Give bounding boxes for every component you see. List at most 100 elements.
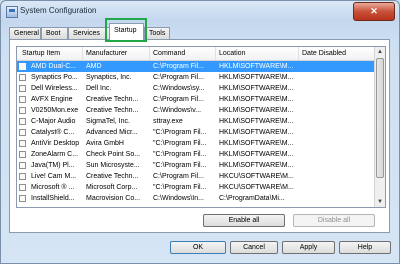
cell-location: HKLM\SOFTWARE\M... (219, 140, 294, 147)
cell-manufacturer: Check Point So... (86, 151, 141, 158)
close-button[interactable]: ✕ (353, 2, 395, 21)
disable-all-button[interactable]: Disable all (293, 214, 375, 227)
enable-checkbox[interactable] (19, 140, 26, 147)
apply-button[interactable]: Apply (282, 241, 335, 254)
cell-date-disabled (302, 116, 372, 127)
column-header-command[interactable]: Command (150, 47, 216, 60)
cell-location: HKLM\SOFTWARE\M... (219, 107, 294, 114)
tab-general[interactable]: General (9, 27, 41, 39)
table-row[interactable]: ZoneAlarm C... Check Point So... "C:\Progr… (17, 149, 375, 160)
cell-command: "C:\Program Fil... (153, 162, 207, 169)
list-rows: AMD Dual-C... AMD C:\Program Fil... HKLM\SO… (17, 61, 375, 204)
cell-manufacturer: Avira GmbH (86, 140, 124, 147)
scroll-down-icon[interactable]: ▼ (375, 197, 385, 207)
cell-date-disabled (302, 105, 372, 116)
cell-manufacturer: Sun Microsyste... (86, 162, 140, 169)
enable-checkbox[interactable] (19, 162, 26, 169)
cell-location: HKLM\SOFTWARE\M... (219, 85, 294, 92)
enable-checkbox[interactable] (19, 63, 26, 70)
startup-tab-panel: Startup Item Manufacturer Command Locati… (9, 39, 390, 233)
cell-manufacturer: Advanced Micr... (86, 129, 138, 136)
column-header-date-disabled[interactable]: Date Disabled (299, 47, 375, 60)
table-row[interactable]: AMD Dual-C... AMD C:\Program Fil... HKLM\SO… (17, 61, 375, 72)
cell-location: C:\ProgramData\Mi... (219, 195, 285, 202)
enable-checkbox[interactable] (19, 151, 26, 158)
enable-checkbox[interactable] (19, 85, 26, 92)
startup-items-list[interactable]: Startup Item Manufacturer Command Locati… (16, 46, 386, 208)
help-button[interactable]: Help (339, 241, 391, 254)
cell-command: C:\Program Fil... (153, 63, 204, 70)
cell-startup-item: Java(TM) Pl... (31, 162, 75, 169)
close-icon: ✕ (370, 6, 378, 16)
column-header-startup-item[interactable]: Startup Item (17, 47, 83, 60)
cell-startup-item: AMD Dual-C... (31, 63, 77, 70)
cell-location: HKLM\SOFTWARE\M... (219, 63, 294, 70)
enable-checkbox[interactable] (19, 118, 26, 125)
table-row[interactable]: InstallShield... Macrovision Co... C:\Wind… (17, 193, 375, 204)
cell-startup-item: V0250Mon.exe (31, 107, 79, 114)
cell-location: HKCU\SOFTWARE\M... (219, 173, 294, 180)
enable-all-button[interactable]: Enable all (203, 214, 285, 227)
cell-startup-item: ZoneAlarm C... (31, 151, 79, 158)
cell-location: HKLM\SOFTWARE\M... (219, 151, 294, 158)
enable-checkbox[interactable] (19, 129, 26, 136)
table-row[interactable]: AVFX Engine Creative Techn... C:\Program F… (17, 94, 375, 105)
enable-checkbox[interactable] (19, 173, 26, 180)
cell-command: "C:\Program Fil... (153, 151, 207, 158)
cell-command: "C:\Program Fil... (153, 129, 207, 136)
ok-button[interactable]: OK (170, 241, 226, 254)
tab-boot[interactable]: Boot (41, 27, 68, 39)
cell-date-disabled (302, 83, 372, 94)
table-row[interactable]: V0250Mon.exe Creative Techn... C:\Windows\… (17, 105, 375, 116)
column-header-location[interactable]: Location (216, 47, 299, 60)
cell-command: C:\Program Fil... (153, 96, 204, 103)
cell-startup-item: InstallShield... (31, 195, 75, 202)
msconfig-app-icon (6, 6, 18, 18)
table-row[interactable]: AntiVir Desktop Avira GmbH "C:\Program Fil… (17, 138, 375, 149)
table-row[interactable]: Catalyst® C... Advanced Micr... "C:\Progra… (17, 127, 375, 138)
cell-manufacturer: SigmaTel, Inc. (86, 118, 130, 125)
tab-tools[interactable]: Tools (144, 27, 170, 39)
cell-manufacturer: Synaptics, Inc. (86, 74, 132, 81)
cell-startup-item: Microsoft ® ... (31, 184, 75, 191)
cell-startup-item: C-Major Audio (31, 118, 76, 125)
table-row[interactable]: Microsoft ® ... Microsoft Corp... "C:\Prog… (17, 182, 375, 193)
scroll-thumb[interactable] (376, 58, 384, 178)
cell-date-disabled (302, 127, 372, 138)
table-row[interactable]: Dell Wireless... Dell Inc. C:\Windows\sy..… (17, 83, 375, 94)
cell-date-disabled (302, 182, 372, 193)
cell-manufacturer: Microsoft Corp... (86, 184, 138, 191)
cell-command: "C:\Program Fil... (153, 140, 207, 147)
table-row[interactable]: Live! Cam M... Creative Techn... C:\Progra… (17, 171, 375, 182)
cell-location: HKLM\SOFTWARE\M... (219, 162, 294, 169)
cell-date-disabled (302, 138, 372, 149)
cancel-button[interactable]: Cancel (230, 241, 278, 254)
cell-location: HKCU\SOFTWARE\M... (219, 184, 294, 191)
cell-command: sttray.exe (153, 118, 183, 125)
cell-manufacturer: AMD (86, 63, 102, 70)
cell-command: "C:\Program Fil... (153, 184, 207, 191)
scroll-up-icon[interactable]: ▲ (375, 47, 385, 57)
cell-manufacturer: Creative Techn... (86, 173, 139, 180)
column-header-manufacturer[interactable]: Manufacturer (83, 47, 150, 60)
enable-checkbox[interactable] (19, 96, 26, 103)
vertical-scrollbar[interactable]: ▲ ▼ (374, 47, 385, 207)
cell-startup-item: Dell Wireless... (31, 85, 78, 92)
table-row[interactable]: Synaptics Po... Synaptics, Inc. C:\Program… (17, 72, 375, 83)
enable-checkbox[interactable] (19, 74, 26, 81)
cell-startup-item: Catalyst® C... (31, 129, 75, 136)
cell-date-disabled (302, 72, 372, 83)
cell-manufacturer: Macrovision Co... (86, 195, 141, 202)
cell-startup-item: Synaptics Po... (31, 74, 78, 81)
cell-command: C:\Windows\sy... (153, 85, 205, 92)
table-row[interactable]: Java(TM) Pl... Sun Microsyste... "C:\Progr… (17, 160, 375, 171)
enable-checkbox[interactable] (19, 184, 26, 191)
table-row[interactable]: C-Major Audio SigmaTel, Inc. sttray.exe HKL… (17, 116, 375, 127)
title-bar[interactable]: System Configuration ✕ (1, 1, 399, 23)
enable-checkbox[interactable] (19, 107, 26, 114)
startup-tab-highlight-box (105, 18, 147, 42)
cell-startup-item: Live! Cam M... (31, 173, 77, 180)
enable-checkbox[interactable] (19, 195, 26, 202)
cell-date-disabled (302, 149, 372, 160)
cell-command: C:\Windows\v... (153, 107, 202, 114)
